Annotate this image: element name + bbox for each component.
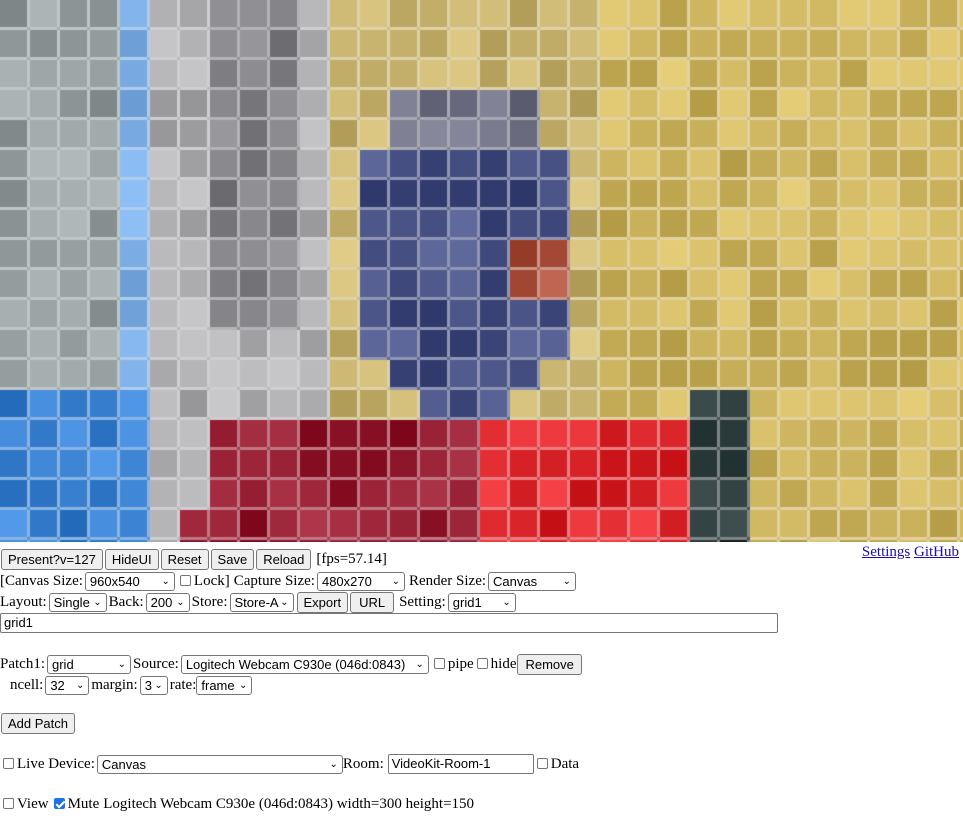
patch1-label: Patch1: xyxy=(0,655,45,672)
layout-value: Single xyxy=(53,594,90,610)
video-canvas[interactable] xyxy=(0,0,963,542)
reload-button[interactable]: Reload xyxy=(256,548,312,570)
view-row: View Mute Logitech Webcam C930e (046d:08… xyxy=(0,793,474,815)
ncell-select[interactable]: 32 ⌄ xyxy=(45,675,90,695)
data-label: Data xyxy=(550,755,580,772)
live-device-checkbox[interactable] xyxy=(3,757,14,769)
source-value: Logitech Webcam C930e (046d:0843) xyxy=(185,656,406,672)
remove-patch-button[interactable]: Remove xyxy=(517,653,582,675)
setting-label: Setting: xyxy=(399,593,446,610)
render-size-label: Render Size: xyxy=(408,572,487,589)
patch1-effect-select[interactable]: grid ⌄ xyxy=(47,654,131,674)
fps-readout: [fps=57.14] xyxy=(316,550,387,567)
setting-value: grid1 xyxy=(452,594,482,610)
lock-label: Lock] xyxy=(193,572,230,589)
setting-select[interactable]: grid1 ⌄ xyxy=(447,592,516,612)
margin-select[interactable]: 3 ⌄ xyxy=(139,675,168,695)
patch1-effect-value: grid xyxy=(52,656,74,672)
layout-select[interactable]: Single ⌄ xyxy=(48,592,107,612)
source-select[interactable]: Logitech Webcam C930e (046d:0843) ⌄ xyxy=(180,654,429,674)
github-link[interactable]: GitHub xyxy=(914,544,959,561)
device-info-text: Logitech Webcam C930e (046d:0843) width=… xyxy=(103,795,475,812)
live-device-label: Live Device: xyxy=(17,755,95,772)
chevron-down-icon: ⌄ xyxy=(238,679,248,691)
toolbar-row: Present?v=127 HideUI Reset Save Reload [… xyxy=(0,548,389,570)
rate-label: rate: xyxy=(169,676,197,693)
chevron-down-icon: ⌄ xyxy=(75,679,85,691)
ncell-label: ncell: xyxy=(10,676,44,693)
sizes-row: [Canvas Size: 960x540 ⌄ Lock] Capture Siz… xyxy=(0,570,578,592)
capture-size-select[interactable]: 480x270 ⌄ xyxy=(316,571,405,591)
view-label: View xyxy=(17,795,49,812)
setting-name-input[interactable]: grid1 xyxy=(0,613,778,633)
data-checkbox[interactable] xyxy=(536,757,548,769)
canvas-size-value: 960x540 xyxy=(89,573,140,589)
capture-size-value: 480x270 xyxy=(321,573,372,589)
chevron-down-icon: ⌄ xyxy=(176,596,185,608)
top-links: Settings GitHub xyxy=(862,541,959,563)
chevron-down-icon: ⌄ xyxy=(280,596,289,608)
rate-value: frame xyxy=(201,677,235,693)
back-value: 200 xyxy=(150,594,173,610)
store-select[interactable]: Store-A ⌄ xyxy=(229,592,294,612)
add-patch-button[interactable]: Add Patch xyxy=(1,712,75,734)
url-button[interactable]: URL xyxy=(350,591,395,613)
chevron-down-icon: ⌄ xyxy=(93,596,102,608)
view-checkbox[interactable] xyxy=(3,797,14,809)
save-button[interactable]: Save xyxy=(210,548,255,570)
chevron-down-icon: ⌄ xyxy=(415,658,424,670)
back-select[interactable]: 200 ⌄ xyxy=(145,592,190,612)
margin-value: 3 xyxy=(144,677,152,693)
pipe-checkbox[interactable] xyxy=(433,657,445,669)
export-button[interactable]: Export xyxy=(296,591,349,613)
live-device-select[interactable]: Canvas ⌄ xyxy=(96,754,343,774)
mute-checkbox[interactable] xyxy=(53,797,65,809)
settings-link[interactable]: Settings xyxy=(862,544,910,561)
capture-size-label: Capture Size: xyxy=(233,572,315,589)
store-label: Store: xyxy=(191,593,228,610)
canvas-size-select[interactable]: 960x540 ⌄ xyxy=(84,571,175,591)
render-size-select[interactable]: Canvas ⌄ xyxy=(488,571,577,591)
patch1-params-row: ncell: 32 ⌄ margin: 3 ⌄ rate: frame ⌄ xyxy=(10,674,254,696)
reset-button[interactable]: Reset xyxy=(160,548,209,570)
chevron-down-icon: ⌄ xyxy=(117,658,126,670)
chevron-down-icon: ⌄ xyxy=(562,575,572,587)
canvas-size-label: [Canvas Size: xyxy=(0,572,83,589)
chevron-down-icon: ⌄ xyxy=(161,575,170,587)
hide-checkbox[interactable] xyxy=(476,657,488,669)
live-device-row: Live Device: Canvas ⌄ Room: VideoKit-Room… xyxy=(0,753,579,775)
rate-select[interactable]: frame ⌄ xyxy=(196,675,253,695)
source-label: Source: xyxy=(133,655,179,672)
layout-row: Layout: Single ⌄ Back: 200 ⌄ Store: Store-… xyxy=(0,591,518,613)
room-input[interactable]: VideoKit-Room-1 xyxy=(387,754,534,774)
render-size-value: Canvas xyxy=(493,573,538,589)
hide-label: hide xyxy=(490,655,517,672)
mute-label: Mute xyxy=(67,795,100,812)
pipe-label: pipe xyxy=(447,655,474,672)
present-button[interactable]: Present?v=127 xyxy=(1,548,103,570)
hideui-button[interactable]: HideUI xyxy=(104,548,159,570)
margin-label: margin: xyxy=(91,676,138,693)
patch1-row: Patch1: grid ⌄ Source: Logitech Webcam C9… xyxy=(0,653,583,675)
add-patch-row: Add Patch xyxy=(0,712,76,734)
room-label: Room: xyxy=(342,755,384,772)
chevron-down-icon: ⌄ xyxy=(154,679,163,691)
chevron-down-icon: ⌄ xyxy=(502,596,511,608)
back-label: Back: xyxy=(108,593,144,610)
ncell-value: 32 xyxy=(50,677,65,693)
chevron-down-icon: ⌄ xyxy=(391,575,400,587)
store-value: Store-A xyxy=(234,594,279,610)
setting-name-row: grid1 xyxy=(0,612,778,634)
chevron-down-icon: ⌄ xyxy=(329,758,338,770)
live-device-value: Canvas xyxy=(101,756,146,772)
lock-checkbox[interactable] xyxy=(179,574,191,586)
layout-label: Layout: xyxy=(0,593,47,610)
